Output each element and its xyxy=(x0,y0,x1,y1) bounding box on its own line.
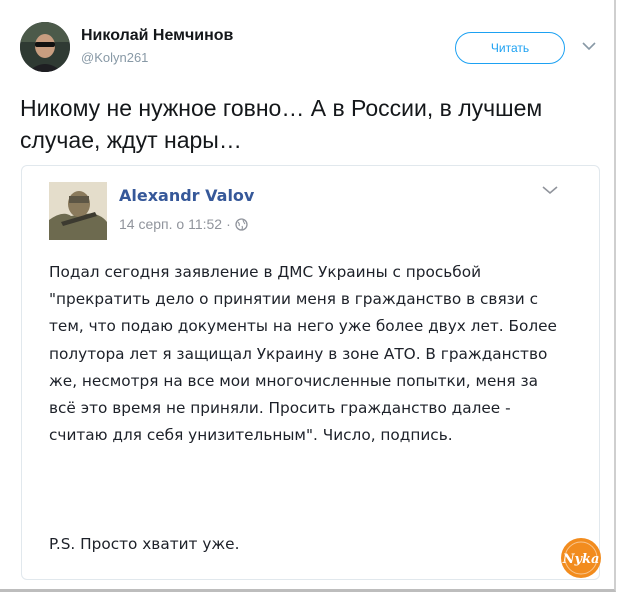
svg-text:Nyka: Nyka xyxy=(562,552,600,567)
meta-separator: · xyxy=(226,216,231,232)
screenshot-frame: Николай Немчинов @Kolyn261 Читать Никому… xyxy=(0,0,616,592)
quoted-author-name[interactable]: Alexandr Valov xyxy=(119,186,254,205)
chevron-down-icon[interactable] xyxy=(581,40,597,52)
quoted-post-ps: P.S. Просто хватит уже. xyxy=(49,535,240,553)
quoted-author-avatar[interactable] xyxy=(49,182,107,240)
quoted-post-meta: 14 серп. о 11:52 · xyxy=(119,216,248,232)
quoted-post-body: Подал сегодня заявление в ДМС Украины с … xyxy=(49,263,557,445)
quoted-post-card[interactable]: Alexandr Valov 14 серп. о 11:52 · Подал … xyxy=(21,165,600,580)
globe-icon xyxy=(235,217,248,231)
author-name[interactable]: Николай Немчинов xyxy=(81,27,233,45)
tweet-text: Никому не нужное говно… А в России, в лу… xyxy=(20,95,543,153)
avatar-photo xyxy=(49,182,107,240)
author-avatar[interactable] xyxy=(20,22,70,72)
avatar-photo xyxy=(20,22,70,72)
watermark-logo: Nyka xyxy=(561,538,601,578)
chevron-down-icon[interactable] xyxy=(541,184,559,196)
follow-button[interactable]: Читать xyxy=(455,32,565,64)
post-date[interactable]: 14 серп. о 11:52 xyxy=(119,216,222,232)
author-handle[interactable]: @Kolyn261 xyxy=(81,50,148,65)
